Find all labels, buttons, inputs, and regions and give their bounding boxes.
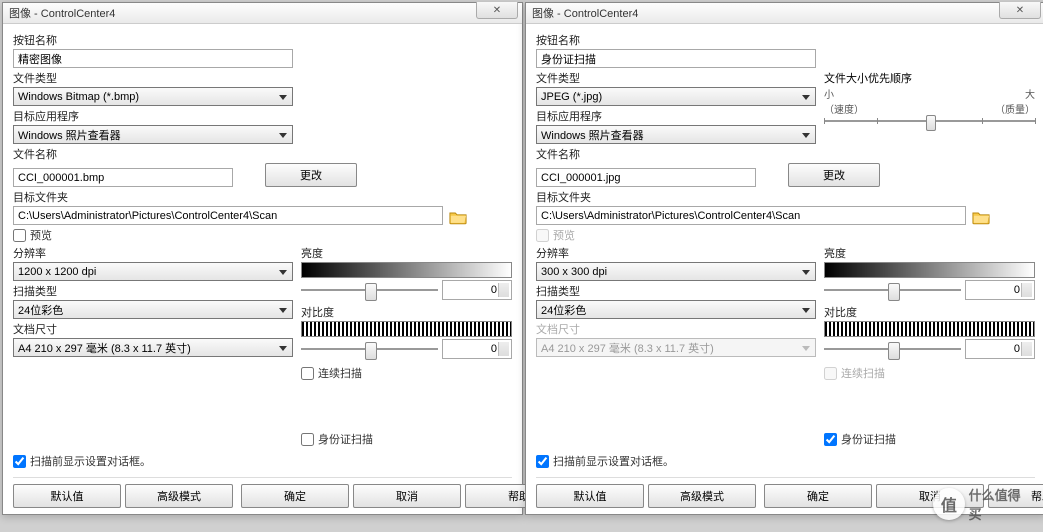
target-app-label: 目标应用程序 — [13, 108, 293, 124]
file-type-label: 文件类型 — [536, 70, 816, 86]
change-filename-button[interactable]: 更改 — [265, 163, 357, 187]
continuous-scan-checkbox[interactable]: 连续扫描 — [301, 365, 512, 381]
cancel-button[interactable]: 取消 — [876, 484, 984, 508]
close-button[interactable]: ✕ — [999, 2, 1041, 19]
brightness-gradient — [301, 262, 512, 278]
target-folder-input[interactable] — [13, 206, 443, 225]
slider-thumb[interactable] — [888, 342, 900, 360]
doc-size-label: 文档尺寸 — [536, 321, 816, 337]
file-type-select[interactable]: Windows Bitmap (*.bmp) — [13, 87, 293, 106]
advanced-button[interactable]: 高级模式 — [125, 484, 233, 508]
brightness-label: 亮度 — [824, 245, 1035, 261]
target-folder-label: 目标文件夹 — [13, 189, 512, 205]
browse-folder-icon[interactable] — [972, 210, 990, 225]
contrast-pattern — [301, 321, 512, 337]
contrast-value[interactable]: 0 — [442, 339, 512, 359]
target-app-label: 目标应用程序 — [536, 108, 816, 124]
cancel-button[interactable]: 取消 — [353, 484, 461, 508]
button-name-input[interactable] — [536, 49, 816, 68]
show-settings-checkbox[interactable]: 扫描前显示设置对话框。 — [536, 453, 1035, 469]
filename-input[interactable] — [13, 168, 233, 187]
ok-button[interactable]: 确定 — [241, 484, 349, 508]
browse-folder-icon[interactable] — [449, 210, 467, 225]
advanced-button[interactable]: 高级模式 — [648, 484, 756, 508]
scan-type-label: 扫描类型 — [13, 283, 293, 299]
contrast-slider[interactable] — [824, 348, 961, 350]
id-scan-checkbox[interactable]: 身份证扫描 — [824, 431, 1035, 447]
contrast-slider[interactable] — [301, 348, 438, 350]
size-small-label: 小 — [824, 86, 834, 101]
scan-type-select[interactable]: 24位彩色 — [536, 300, 816, 319]
default-button[interactable]: 默认值 — [536, 484, 644, 508]
contrast-label: 对比度 — [301, 304, 512, 320]
slider-thumb[interactable] — [365, 342, 377, 360]
resolution-label: 分辨率 — [536, 245, 816, 261]
titlebar[interactable]: 图像 - ControlCenter4 ✕ — [526, 3, 1043, 24]
contrast-pattern — [824, 321, 1035, 337]
window-title: 图像 - ControlCenter4 — [9, 5, 115, 21]
size-large-label: 大 — [1025, 86, 1035, 101]
slider-thumb[interactable] — [888, 283, 900, 301]
target-folder-input[interactable] — [536, 206, 966, 225]
button-name-label: 按钮名称 — [13, 32, 512, 48]
filename-label: 文件名称 — [536, 146, 1035, 162]
target-folder-label: 目标文件夹 — [536, 189, 1035, 205]
file-type-label: 文件类型 — [13, 70, 293, 86]
dialog-left: 图像 - ControlCenter4 ✕ 按钮名称 文件类型 Windows … — [2, 2, 523, 515]
scan-type-select[interactable]: 24位彩色 — [13, 300, 293, 319]
target-app-select[interactable]: Windows 照片查看器 — [13, 125, 293, 144]
doc-size-select[interactable]: A4 210 x 297 毫米 (8.3 x 11.7 英寸) — [13, 338, 293, 357]
preview-checkbox: 预览 — [536, 227, 1035, 243]
id-scan-checkbox[interactable]: 身份证扫描 — [301, 431, 512, 447]
titlebar[interactable]: 图像 - ControlCenter4 ✕ — [3, 3, 522, 24]
brightness-value[interactable]: 0 — [442, 280, 512, 300]
contrast-value[interactable]: 0 — [965, 339, 1035, 359]
size-quality-label: （质量） — [995, 101, 1035, 116]
slider-thumb[interactable] — [365, 283, 377, 301]
button-name-input[interactable] — [13, 49, 293, 68]
size-speed-label: （速度） — [824, 101, 864, 116]
resolution-label: 分辨率 — [13, 245, 293, 261]
resolution-select[interactable]: 300 x 300 dpi — [536, 262, 816, 281]
brightness-slider[interactable] — [824, 289, 961, 291]
slider-thumb[interactable] — [926, 115, 936, 131]
show-settings-checkbox[interactable]: 扫描前显示设置对话框。 — [13, 453, 512, 469]
scan-type-label: 扫描类型 — [536, 283, 816, 299]
ok-button[interactable]: 确定 — [764, 484, 872, 508]
default-button[interactable]: 默认值 — [13, 484, 121, 508]
change-filename-button[interactable]: 更改 — [788, 163, 880, 187]
resolution-select[interactable]: 1200 x 1200 dpi — [13, 262, 293, 281]
brightness-label: 亮度 — [301, 245, 512, 261]
contrast-label: 对比度 — [824, 304, 1035, 320]
filename-input[interactable] — [536, 168, 756, 187]
close-button[interactable]: ✕ — [476, 2, 518, 19]
button-name-label: 按钮名称 — [536, 32, 1035, 48]
dialog-right: 图像 - ControlCenter4 ✕ 按钮名称 文件类型 JPEG (*.… — [525, 2, 1043, 515]
file-type-select[interactable]: JPEG (*.jpg) — [536, 87, 816, 106]
size-priority-label: 文件大小优先顺序 — [824, 70, 1035, 86]
doc-size-label: 文档尺寸 — [13, 321, 293, 337]
preview-checkbox[interactable]: 预览 — [13, 227, 512, 243]
doc-size-select: A4 210 x 297 毫米 (8.3 x 11.7 英寸) — [536, 338, 816, 357]
brightness-gradient — [824, 262, 1035, 278]
window-title: 图像 - ControlCenter4 — [532, 5, 638, 21]
size-priority-slider[interactable] — [824, 120, 1035, 122]
help-button[interactable]: 帮助 — [988, 484, 1043, 508]
brightness-value[interactable]: 0 — [965, 280, 1035, 300]
brightness-slider[interactable] — [301, 289, 438, 291]
filename-label: 文件名称 — [13, 146, 512, 162]
target-app-select[interactable]: Windows 照片查看器 — [536, 125, 816, 144]
continuous-scan-checkbox: 连续扫描 — [824, 365, 1035, 381]
